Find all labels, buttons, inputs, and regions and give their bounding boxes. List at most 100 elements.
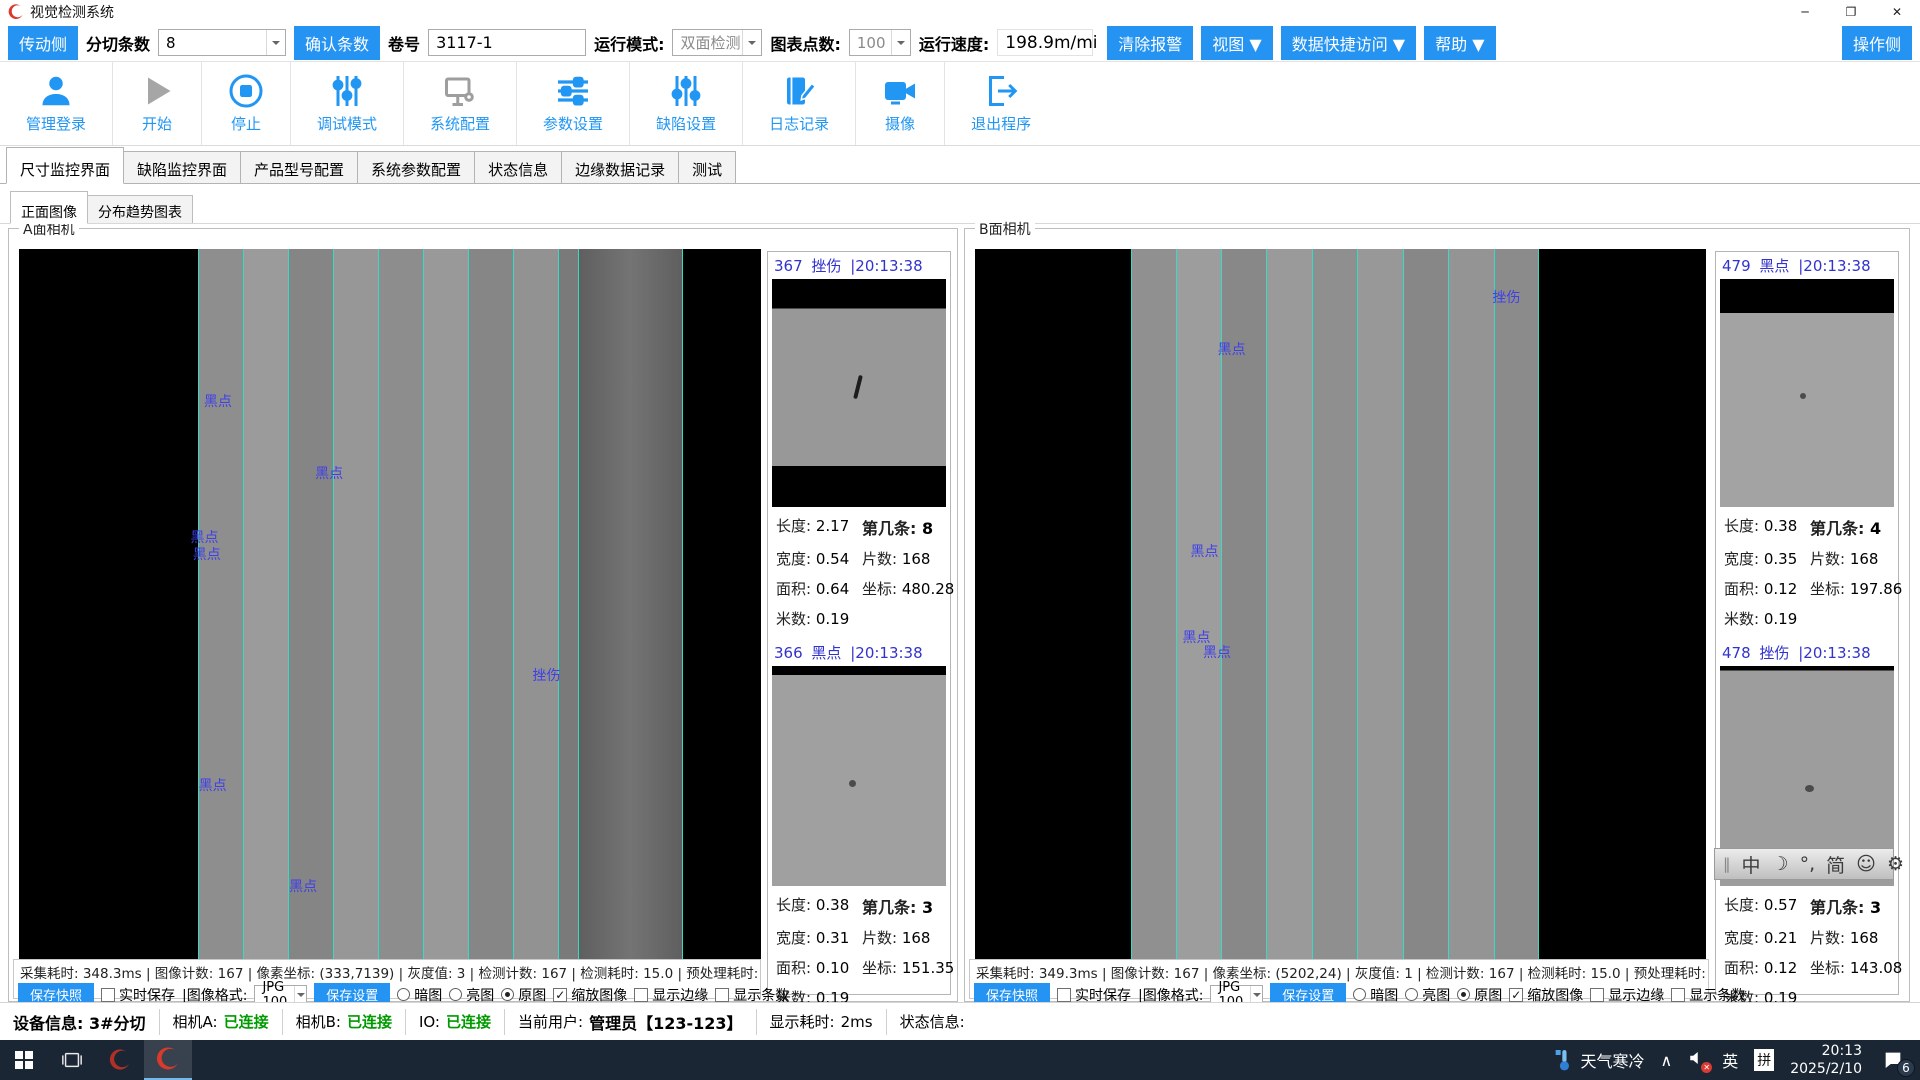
stat-coord: 坐标: 143.08 xyxy=(1810,957,1902,978)
run-mode-select[interactable]: 双面检测 xyxy=(672,29,762,56)
tab-product-model[interactable]: 产品型号配置 xyxy=(240,151,358,183)
defect-label: 黑点 xyxy=(1203,642,1231,662)
parameter-settings-button[interactable]: 参数设置 xyxy=(517,62,630,145)
taskbar: 天气寒冷 ∧ ✕ 英 拼 20:13 2025/2/10 6 xyxy=(0,1040,1920,1080)
checkbox-icon xyxy=(1671,988,1685,1002)
volume-muted-icon[interactable]: ✕ xyxy=(1688,1049,1706,1071)
language-indicator[interactable]: 英 xyxy=(1722,1048,1738,1072)
run-speed-label: 运行速度: xyxy=(919,31,989,55)
camera-b-info-line: 采集耗时: 349.3ms | 图像计数: 167 | 像素坐标: (5202,… xyxy=(970,960,1708,984)
defect-thumbnail[interactable] xyxy=(1720,279,1894,507)
ribbon-label: 停止 xyxy=(231,113,261,134)
stat-area: 面积: 0.64 xyxy=(776,578,862,599)
clear-alarm-button[interactable]: 清除报警 xyxy=(1107,26,1193,60)
stop-icon xyxy=(228,73,264,109)
date: 2025/2/10 xyxy=(1790,1060,1862,1078)
log-record-button[interactable]: 日志记录 xyxy=(743,62,856,145)
defect-sliders-icon xyxy=(668,73,704,109)
dot-mark xyxy=(849,780,856,787)
defect-card-header[interactable]: 366 黑点 |20:13:38 xyxy=(768,639,950,666)
ime-settings-icon[interactable]: ⚙ xyxy=(1887,853,1904,875)
debug-mode-button[interactable]: 调试模式 xyxy=(291,62,404,145)
defect-time: |20:13:38 xyxy=(1798,644,1870,662)
tab-test[interactable]: 测试 xyxy=(678,151,736,183)
slit-count-select[interactable]: 8 xyxy=(158,29,286,56)
close-button[interactable]: ✕ xyxy=(1874,0,1920,24)
maximize-button[interactable]: ❐ xyxy=(1828,0,1874,24)
help-menu-button[interactable]: 帮助 ▼ xyxy=(1424,26,1495,60)
defect-card-header[interactable]: 479 黑点 |20:13:38 xyxy=(1716,252,1898,279)
system-config-button[interactable]: 系统配置 xyxy=(404,62,517,145)
defect-label: 挫伤 xyxy=(533,665,561,685)
ime-moon-icon[interactable]: ☽ xyxy=(1772,853,1789,875)
defect-label: 黑点 xyxy=(204,391,232,411)
ime-drag-handle[interactable]: ‖ xyxy=(1723,855,1731,873)
top-toolbar: 传动侧 分切条数 8 确认条数 卷号 3117-1 运行模式: 双面检测 图表点… xyxy=(0,24,1920,62)
weather-widget[interactable]: 天气寒冷 xyxy=(1554,1048,1644,1072)
camera-a-image[interactable]: 黑点黑点黑点黑点挫伤黑点黑点 xyxy=(19,249,761,961)
tab-size-monitor[interactable]: 尺寸监控界面 xyxy=(6,147,124,184)
current-user: 管理员【123-123】 xyxy=(589,1010,742,1034)
data-quick-access-button[interactable]: 数据快捷访问 ▼ xyxy=(1281,26,1416,60)
camera-icon xyxy=(882,73,918,109)
defect-thumbnail[interactable] xyxy=(772,666,946,886)
capture-button[interactable]: 摄像 xyxy=(856,62,945,145)
minimize-button[interactable]: ─ xyxy=(1782,0,1828,24)
checkbox-icon xyxy=(1057,988,1071,1002)
task-view-button[interactable] xyxy=(48,1040,96,1080)
radio-icon xyxy=(397,988,410,1001)
defect-settings-button[interactable]: 缺陷设置 xyxy=(630,62,743,145)
ime-punctuation-icon[interactable]: °, xyxy=(1800,853,1816,875)
connected-status: 已连接 xyxy=(347,1011,392,1032)
operate-side-button[interactable]: 操作侧 xyxy=(1842,26,1912,60)
chart-points-select[interactable]: 100 xyxy=(849,29,911,56)
confirm-count-button[interactable]: 确认条数 xyxy=(294,26,380,60)
ime-mode-indicator[interactable]: 拼 xyxy=(1754,1049,1774,1071)
running-app-button[interactable] xyxy=(144,1040,192,1080)
status-info-segment: 状态信息: xyxy=(887,1009,978,1035)
camera-b-defect-list: 479 黑点 |20:13:38 长度: 0.38 第几条: 4 宽度: 0.3… xyxy=(1715,251,1899,995)
defect-card-header[interactable]: 478 挫伤 |20:13:38 xyxy=(1716,639,1898,666)
ribbon-label: 调试模式 xyxy=(317,113,377,134)
start-button[interactable] xyxy=(0,1040,48,1080)
tab-defect-monitor[interactable]: 缺陷监控界面 xyxy=(123,151,241,183)
stat-coord: 坐标: 151.35 xyxy=(862,957,954,978)
roll-number-input[interactable]: 3117-1 xyxy=(428,29,586,56)
dot-mark xyxy=(1800,393,1806,399)
tab-system-params[interactable]: 系统参数配置 xyxy=(357,151,475,183)
stat-pieces: 片数: 168 xyxy=(1810,548,1902,569)
ribbon-label: 退出程序 xyxy=(971,113,1031,134)
admin-login-button[interactable]: 管理登录 xyxy=(0,62,113,145)
ime-simplified-icon[interactable]: 简 xyxy=(1826,851,1845,878)
action-center-button[interactable]: 6 xyxy=(1878,1047,1908,1073)
ime-emoji-icon[interactable]: ☺ xyxy=(1856,853,1876,875)
drive-side-button[interactable]: 传动侧 xyxy=(8,26,78,60)
tray-expand-chevron[interactable]: ∧ xyxy=(1660,1051,1672,1070)
camera-b-image[interactable]: 挫伤黑点黑点黑点黑点 xyxy=(975,249,1706,961)
stat-width: 宽度: 0.21 xyxy=(1724,927,1810,948)
defect-thumbnail[interactable] xyxy=(772,279,946,507)
main-tab-bar: 尺寸监控界面 缺陷监控界面 产品型号配置 系统参数配置 状态信息 边缘数据记录 … xyxy=(0,146,1920,184)
app-logo-icon xyxy=(8,4,24,20)
tab-edge-data[interactable]: 边缘数据记录 xyxy=(561,151,679,183)
subtab-trend-chart[interactable]: 分布趋势图表 xyxy=(87,195,193,223)
defect-card: 478 挫伤 |20:13:38 长度: 0.57 第几条: 3 宽度: 0.2… xyxy=(1716,639,1898,1012)
chevron-down-icon xyxy=(294,986,306,1004)
stat-pieces: 片数: 168 xyxy=(1810,927,1902,948)
defect-card-header[interactable]: 367 挫伤 |20:13:38 xyxy=(768,252,950,279)
clock[interactable]: 20:13 2025/2/10 xyxy=(1790,1042,1862,1078)
defect-stats: 长度: 0.38 第几条: 4 宽度: 0.35 片数: 168 面积: 0.1… xyxy=(1716,507,1898,633)
exit-program-button[interactable]: 退出程序 xyxy=(945,62,1057,145)
run-mode-label: 运行模式: xyxy=(594,31,664,55)
view-menu-button[interactable]: 视图 ▼ xyxy=(1201,26,1272,60)
ime-chinese-mode[interactable]: 中 xyxy=(1742,851,1761,878)
tab-status-info[interactable]: 状态信息 xyxy=(474,151,562,183)
pinned-app-button[interactable] xyxy=(96,1040,144,1080)
start-button[interactable]: 开始 xyxy=(113,62,202,145)
stat-area: 面积: 0.12 xyxy=(1724,957,1810,978)
stop-button[interactable]: 停止 xyxy=(202,62,291,145)
subtab-front-image[interactable]: 正面图像 xyxy=(10,191,88,224)
checkbox-icon xyxy=(634,988,648,1002)
task-view-icon xyxy=(61,1049,83,1071)
connected-status: 已连接 xyxy=(446,1011,491,1032)
